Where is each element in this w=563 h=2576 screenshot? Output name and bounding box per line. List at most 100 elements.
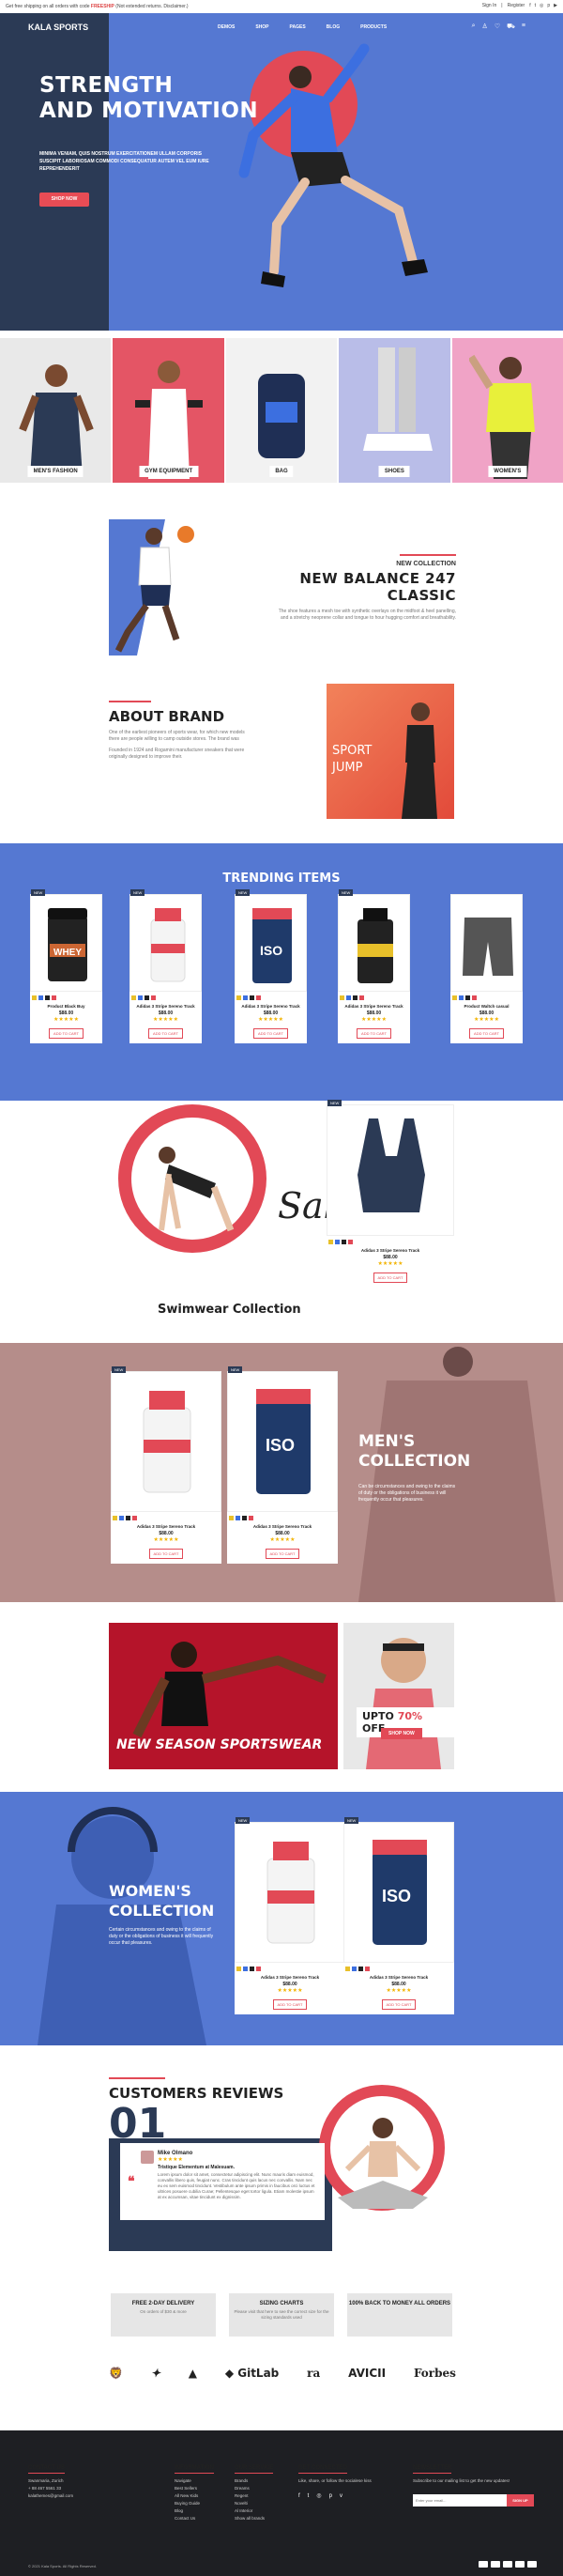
nav-item-pages[interactable]: PAGES [290, 24, 306, 30]
search-icon[interactable]: ⌕ [472, 23, 476, 31]
nav-item-blog[interactable]: BLOG [327, 24, 340, 30]
twitter-icon[interactable]: t [535, 3, 536, 8]
footer-link[interactable]: Brands [235, 2477, 273, 2485]
footer-link[interactable]: Novelti [235, 2500, 273, 2507]
add-to-cart-button[interactable]: ADD TO CART [49, 1028, 84, 1039]
color-swatches[interactable] [235, 992, 307, 1002]
add-to-cart-button[interactable]: ADD TO CART [253, 1028, 288, 1039]
footer-link[interactable]: Contact Us [175, 2515, 214, 2522]
new-season-banner[interactable]: NEW SEASON SPORTSWEAR [109, 1623, 338, 1769]
add-to-cart-button[interactable]: ADD TO CART [357, 1028, 391, 1039]
category-womens[interactable]: WOMEN'S [451, 338, 563, 483]
register-link[interactable]: Register [508, 3, 525, 8]
product-card[interactable]: NEW Adidas 3 Stripe Sereno Track $88.00 … [129, 889, 202, 1043]
product-name[interactable]: Adidas 3 Stripe Sereno Track [129, 1004, 202, 1009]
vimeo-icon[interactable]: v [340, 2492, 342, 2500]
color-swatches[interactable] [338, 992, 410, 1002]
contact-email[interactable]: kalathemes@gmail.com [28, 2492, 73, 2500]
product-card[interactable]: Product Waltch casual $88.00 ★★★★★ ADD T… [450, 894, 523, 1043]
footer-link[interactable]: Regent [235, 2492, 273, 2500]
brand-avicii[interactable]: AVICII [348, 2367, 386, 2380]
script-logo-icon[interactable]: ✦ [151, 2367, 160, 2380]
add-to-cart-button[interactable]: ADD TO CART [272, 1999, 308, 2010]
instagram-icon[interactable]: ◎ [540, 3, 543, 8]
product-name[interactable]: Adidas 3 Stripe Sereno Track [111, 1524, 221, 1529]
color-swatches[interactable] [343, 1963, 454, 1973]
nav-item-products[interactable]: PRODUCTS [360, 24, 387, 30]
wishlist-icon[interactable]: ♡ [495, 23, 500, 31]
product-image: NEW [235, 1817, 345, 1963]
product-name[interactable]: Adidas 3 Stripe Sereno Track [227, 1524, 338, 1529]
menu-icon[interactable]: ≡ [522, 23, 525, 31]
product-card[interactable]: NEW ISO Adidas 3 Stripe Sereno Track $88… [343, 1817, 454, 2014]
nav-item-shop[interactable]: SHOP [255, 24, 268, 30]
color-swatches[interactable] [30, 992, 102, 1002]
product-card[interactable]: NEW Adidas 3 Stripe Sereno Track $88.00 … [338, 889, 410, 1043]
footer-link[interactable]: Buying Guide [175, 2500, 214, 2507]
product-card[interactable]: NEW Adidas 3 Stripe Sereno Track $88.00 … [327, 1100, 454, 1288]
product-card[interactable]: NEW ISO Adidas 3 Stripe Sereno Track $88… [235, 889, 307, 1043]
brand-forbes[interactable]: Forbes [414, 2367, 456, 2380]
product-card[interactable]: NEW Adidas 3 Stripe Sereno Track $88.00 … [111, 1366, 221, 1564]
color-swatches[interactable] [129, 992, 202, 1002]
product-card[interactable]: NEW Adidas 3 Stripe Sereno Track $88.00 … [235, 1817, 345, 2014]
add-to-cart-button[interactable]: ADD TO CART [469, 1028, 504, 1039]
new-badge: NEW [327, 1100, 342, 1106]
user-icon[interactable]: ♙ [482, 23, 488, 31]
facebook-icon[interactable]: f [298, 2492, 300, 2500]
upto-off-banner[interactable]: UPTO 70% OFF SHOP NOW [343, 1623, 454, 1769]
color-swatches[interactable] [111, 1512, 221, 1522]
nav-item-demos[interactable]: DEMOS [218, 24, 235, 30]
product-name[interactable]: Product Black Buy [30, 1004, 102, 1009]
footer-link[interactable]: Dreams [235, 2485, 273, 2492]
product-card[interactable]: NEW ISO Adidas 3 Stripe Sereno Track $88… [227, 1366, 338, 1564]
product-name[interactable]: Adidas 3 Stripe Sereno Track [343, 1975, 454, 1980]
category-gym-equipment[interactable]: GYM EQUIPMENT [113, 338, 224, 483]
contact-phone[interactable]: + 88 467 5561 33 [28, 2485, 73, 2492]
cart-icon[interactable]: ⛟ [507, 23, 515, 31]
add-to-cart-button[interactable]: ADD TO CART [148, 1549, 184, 1559]
product-name[interactable]: Adidas 3 Stripe Sereno Track [327, 1248, 454, 1253]
shop-now-button[interactable]: SHOP NOW [39, 193, 89, 207]
pinterest-icon[interactable]: p [547, 3, 550, 8]
footer-link[interactable]: All New Kids [175, 2492, 214, 2500]
footer-link[interactable]: Blog [175, 2507, 214, 2515]
product-name[interactable]: Product Waltch casual [450, 1004, 523, 1009]
product-card[interactable]: NEW WHEY Product Black Buy $88.00 ★★★★★ … [30, 889, 102, 1043]
add-to-cart-button[interactable]: ADD TO CART [373, 1273, 408, 1283]
ra-logo-icon[interactable]: ra [307, 2367, 320, 2380]
payment-icons [479, 2561, 537, 2568]
category-image [363, 347, 434, 451]
footer-link[interactable]: Al Interior [235, 2507, 273, 2515]
newsletter-subscribe-button[interactable]: SIGN UP [507, 2494, 534, 2507]
facebook-icon[interactable]: f [529, 3, 530, 8]
category-shoes[interactable]: SHOES [339, 338, 450, 483]
add-to-cart-button[interactable]: ADD TO CART [381, 1999, 417, 2010]
instagram-icon[interactable]: ◎ [316, 2492, 321, 2500]
lion-logo-icon[interactable]: 🦁 [109, 2367, 123, 2380]
youtube-icon[interactable]: ▶ [554, 3, 557, 8]
a-logo-icon[interactable]: ▲ [189, 2367, 197, 2380]
footer-link[interactable]: Navigate [175, 2477, 214, 2485]
color-swatches[interactable] [450, 992, 523, 1002]
category-bag[interactable]: BAG [225, 338, 338, 483]
newsletter-email-input[interactable] [413, 2494, 510, 2507]
add-to-cart-button[interactable]: ADD TO CART [265, 1549, 300, 1559]
sign-in-link[interactable]: Sign In [482, 3, 497, 8]
color-swatches[interactable] [235, 1963, 345, 1973]
footer-link[interactable]: Best Sellers [175, 2485, 214, 2492]
shop-now-button[interactable]: SHOP NOW [381, 1728, 422, 1739]
brand-gitlab[interactable]: ◆ GitLab [225, 2367, 279, 2380]
trending-title: TRENDING ITEMS [222, 872, 341, 886]
pinterest-icon[interactable]: p [329, 2492, 332, 2500]
product-name[interactable]: Adidas 3 Stripe Sereno Track [338, 1004, 410, 1009]
site-logo[interactable]: KALA SPORTS [28, 23, 88, 32]
add-to-cart-button[interactable]: ADD TO CART [148, 1028, 183, 1039]
twitter-icon[interactable]: t [308, 2492, 310, 2500]
footer-link[interactable]: Show all brands [235, 2515, 273, 2522]
color-swatches[interactable] [227, 1512, 338, 1522]
category-mens-fashion[interactable]: MEN'S FASHION [0, 338, 112, 483]
product-name[interactable]: Adidas 3 Stripe Sereno Track [235, 1975, 345, 1980]
product-name[interactable]: Adidas 3 Stripe Sereno Track [235, 1004, 307, 1009]
color-swatches[interactable] [327, 1236, 454, 1246]
